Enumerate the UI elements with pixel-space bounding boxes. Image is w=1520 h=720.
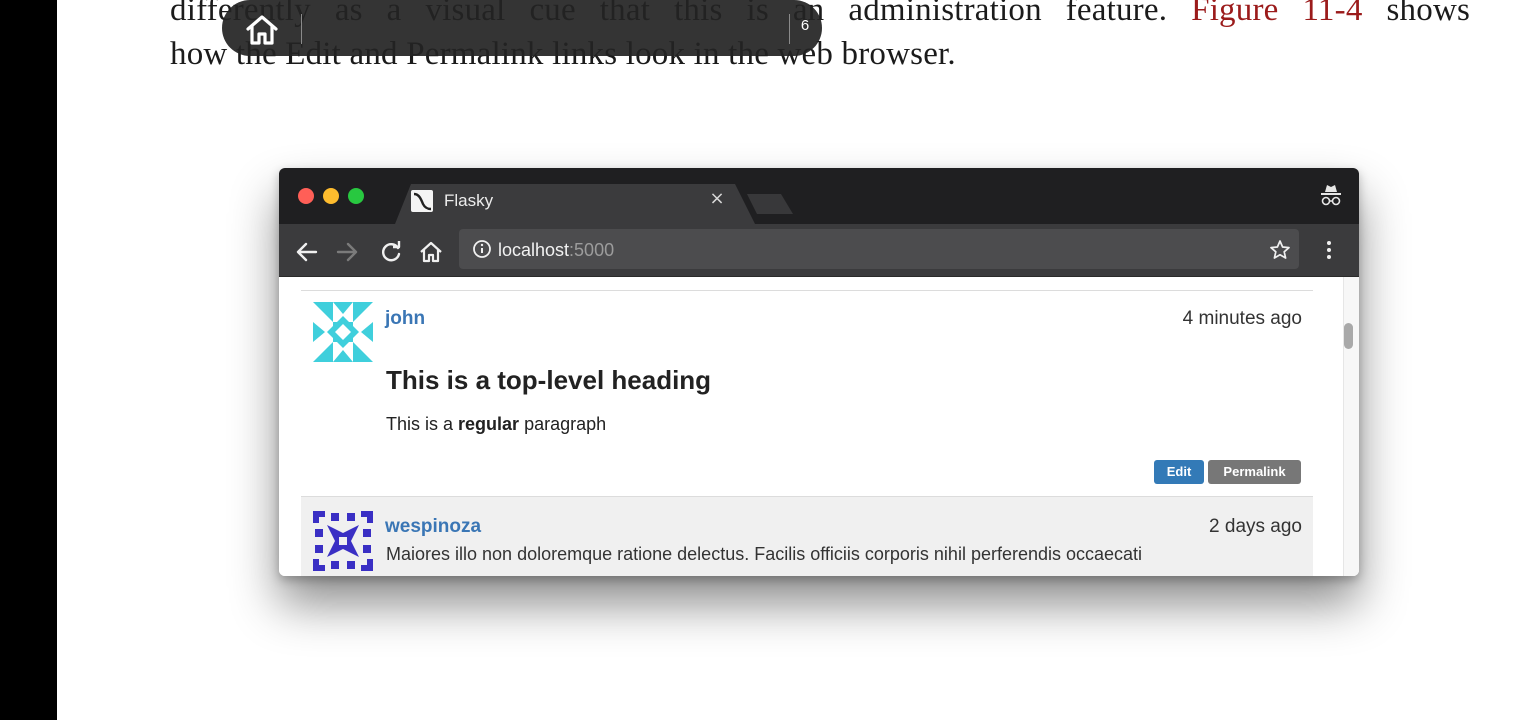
avatar[interactable] xyxy=(313,302,373,362)
close-tab-icon[interactable]: × xyxy=(707,189,727,209)
url-port: :5000 xyxy=(569,240,615,260)
avatar[interactable] xyxy=(313,511,373,571)
reader-toolbar xyxy=(222,0,822,56)
url-text[interactable]: localhost:5000 xyxy=(498,240,614,261)
reader-separator xyxy=(789,14,790,44)
post-paragraph-bold: regular xyxy=(458,414,520,434)
post-author[interactable]: john xyxy=(385,308,425,330)
post-divider xyxy=(301,496,1313,497)
back-arrow-icon[interactable] xyxy=(293,238,321,266)
home-icon[interactable] xyxy=(240,8,284,52)
post-heading: This is a top-level heading xyxy=(386,365,712,395)
post-timestamp: 4 minutes ago xyxy=(1182,308,1302,329)
post-timestamp: 2 days ago xyxy=(1209,516,1302,537)
info-icon[interactable] xyxy=(472,239,492,259)
tab-title: Flasky xyxy=(444,191,494,210)
zoom-window-button[interactable] xyxy=(348,188,364,204)
post-author[interactable]: wespinoza xyxy=(385,516,481,538)
scrollbar-thumb[interactable] xyxy=(1344,323,1353,349)
bookmark-star-icon[interactable] xyxy=(1269,239,1291,261)
figure-link[interactable]: Figure 11-4 xyxy=(1191,0,1362,28)
url-host: localhost xyxy=(498,240,570,260)
permalink-button[interactable]: Permalink xyxy=(1208,460,1301,484)
browser-window: Flasky × localhost:5000 john 4 minutes a… xyxy=(279,168,1359,576)
incognito-icon xyxy=(1321,185,1341,206)
post-divider xyxy=(301,290,1313,291)
edit-button[interactable]: Edit xyxy=(1154,460,1204,484)
post-paragraph: This is a regular paragraph xyxy=(386,414,606,435)
post-body: Maiores illo non doloremque ratione dele… xyxy=(386,544,1143,564)
left-edge-bar xyxy=(0,0,57,720)
post-paragraph-end: paragraph xyxy=(519,414,607,434)
page-number: 6 xyxy=(800,17,810,34)
post-paragraph-start: This is a xyxy=(386,414,459,434)
reload-icon[interactable] xyxy=(377,238,405,266)
book-line-1-suffix: shows xyxy=(1386,0,1471,28)
scrollbar[interactable] xyxy=(1343,277,1359,576)
reader-separator xyxy=(301,14,302,44)
minimize-window-button[interactable] xyxy=(323,188,339,204)
home-icon[interactable] xyxy=(417,238,445,266)
forward-arrow-icon[interactable] xyxy=(333,238,361,266)
menu-dots-icon[interactable] xyxy=(1322,238,1336,262)
flask-favicon-icon xyxy=(411,190,433,212)
close-window-button[interactable] xyxy=(298,188,314,204)
